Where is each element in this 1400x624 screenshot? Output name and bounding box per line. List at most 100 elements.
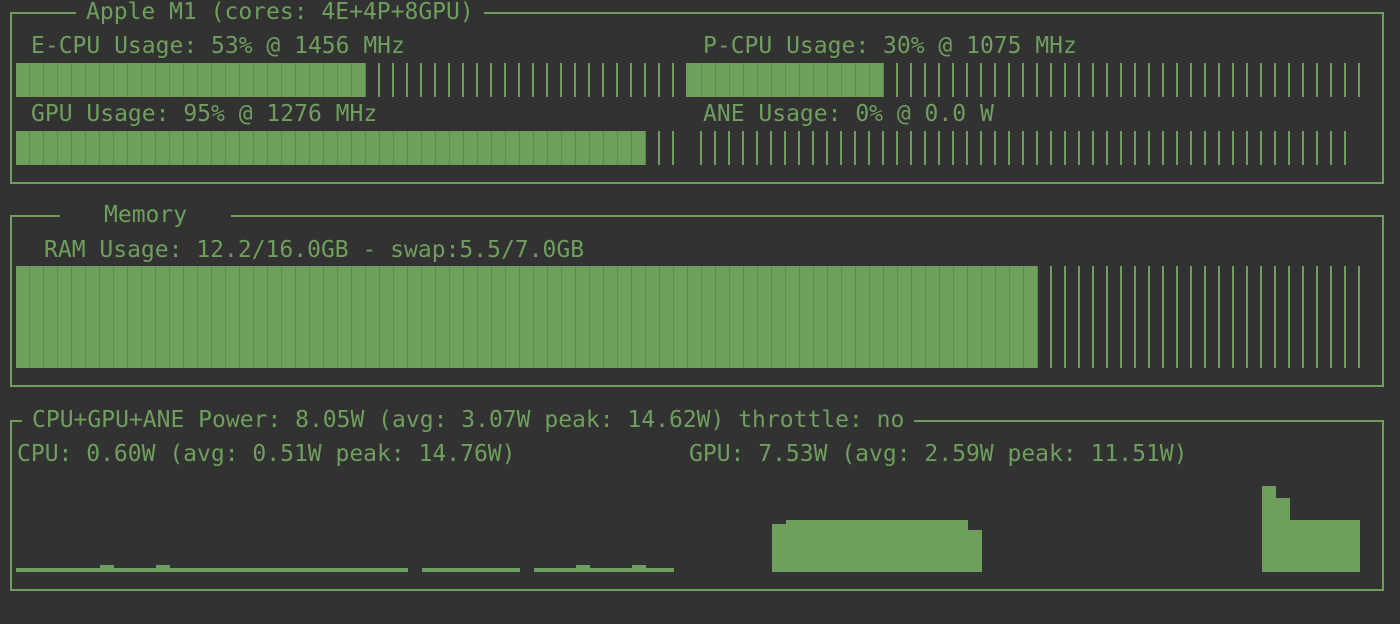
gauge-segment-empty bbox=[954, 131, 968, 165]
gauge-segment-filled bbox=[786, 63, 800, 97]
gauge-segment-filled bbox=[226, 266, 240, 368]
gauge-segment-filled bbox=[324, 131, 338, 165]
gauge-segment-filled bbox=[58, 131, 72, 165]
gauge-segment-empty bbox=[1066, 266, 1080, 368]
gauge-segment-empty bbox=[1164, 131, 1178, 165]
gauge-segment-filled bbox=[226, 131, 240, 165]
gauge-segment-filled bbox=[604, 266, 618, 368]
power-panel-title: CPU+GPU+ANE Power: 8.05W (avg: 3.07W pea… bbox=[22, 406, 915, 434]
gauge-segment-empty bbox=[996, 63, 1010, 97]
power-history-bar bbox=[1332, 520, 1346, 572]
gauge-segment-empty bbox=[1346, 63, 1360, 97]
gauge-segment-empty bbox=[786, 131, 800, 165]
power-history-bar bbox=[212, 568, 226, 572]
ecpu-usage-label: E-CPU Usage: 53% @ 1456 MHz bbox=[31, 33, 405, 59]
gauge-segment-empty bbox=[1332, 131, 1346, 165]
gauge-segment-filled bbox=[30, 63, 44, 97]
gauge-segment-filled bbox=[142, 63, 156, 97]
gauge-segment-empty bbox=[674, 63, 688, 97]
gauge-segment-filled bbox=[184, 63, 198, 97]
gauge-segment-filled bbox=[618, 131, 632, 165]
gauge-segment-empty bbox=[1220, 266, 1234, 368]
gauge-segment-empty bbox=[968, 63, 982, 97]
gauge-segment-filled bbox=[352, 131, 366, 165]
gauge-segment-filled bbox=[618, 266, 632, 368]
gauge-segment-empty bbox=[450, 63, 464, 97]
gauge-segment-filled bbox=[128, 131, 142, 165]
power-history-bar bbox=[184, 568, 198, 572]
gauge-segment-filled bbox=[310, 63, 324, 97]
power-history-bar bbox=[450, 568, 464, 572]
gauge-segment-filled bbox=[814, 63, 828, 97]
gauge-segment-empty bbox=[982, 131, 996, 165]
power-history-bar bbox=[898, 520, 912, 572]
gauge-segment-filled bbox=[352, 266, 366, 368]
gauge-segment-filled bbox=[968, 266, 982, 368]
gauge-segment-empty bbox=[1206, 63, 1220, 97]
gauge-segment-filled bbox=[758, 266, 772, 368]
power-history-bar bbox=[618, 568, 632, 572]
gauge-segment-filled bbox=[44, 131, 58, 165]
gauge-segment-filled bbox=[282, 131, 296, 165]
gauge-segment-empty bbox=[1318, 63, 1332, 97]
gauge-segment-filled bbox=[520, 131, 534, 165]
power-history-bar bbox=[128, 568, 142, 572]
gauge-segment-empty bbox=[380, 63, 394, 97]
gauge-segment-empty bbox=[1038, 131, 1052, 165]
gauge-segment-filled bbox=[478, 266, 492, 368]
gauge-segment-filled bbox=[366, 266, 380, 368]
gauge-segment-empty bbox=[1038, 266, 1052, 368]
power-history-bar bbox=[1262, 486, 1276, 572]
gauge-segment-empty bbox=[842, 131, 856, 165]
gauge-segment-filled bbox=[16, 63, 30, 97]
gauge-segment-empty bbox=[660, 63, 674, 97]
gauge-segment-filled bbox=[310, 266, 324, 368]
gauge-segment-empty bbox=[1234, 131, 1248, 165]
power-history-bar bbox=[366, 568, 380, 572]
gauge-segment-empty bbox=[1136, 131, 1150, 165]
power-history-bar bbox=[394, 568, 408, 572]
gauge-segment-empty bbox=[968, 131, 982, 165]
gauge-segment-filled bbox=[352, 63, 366, 97]
gauge-segment-filled bbox=[226, 63, 240, 97]
gauge-segment-filled bbox=[72, 63, 86, 97]
gauge-segment-filled bbox=[86, 266, 100, 368]
cpu-power-label: CPU: 0.60W (avg: 0.51W peak: 14.76W) bbox=[17, 441, 516, 467]
gauge-segment-empty bbox=[828, 131, 842, 165]
power-history-bar bbox=[1304, 520, 1318, 572]
power-history-bar bbox=[324, 568, 338, 572]
power-history-bar bbox=[156, 565, 170, 572]
gauge-segment-filled bbox=[114, 131, 128, 165]
gauge-segment-filled bbox=[702, 63, 716, 97]
gauge-segment-empty bbox=[1206, 266, 1220, 368]
power-history-bar bbox=[660, 568, 674, 572]
gauge-segment-filled bbox=[114, 266, 128, 368]
gauge-segment-filled bbox=[184, 131, 198, 165]
power-history-bar bbox=[310, 568, 324, 572]
memory-panel-title: Memory bbox=[60, 201, 232, 229]
gauge-segment-filled bbox=[58, 63, 72, 97]
gauge-segment-filled bbox=[408, 131, 422, 165]
gauge-segment-empty bbox=[436, 63, 450, 97]
power-history-bar bbox=[464, 568, 478, 572]
gauge-segment-empty bbox=[548, 63, 562, 97]
gauge-segment-empty bbox=[576, 63, 590, 97]
gauge-segment-filled bbox=[520, 266, 534, 368]
gauge-segment-filled bbox=[464, 266, 478, 368]
cpu-power-sparkline bbox=[16, 472, 674, 572]
gauge-segment-empty bbox=[1052, 266, 1066, 368]
power-history-bar bbox=[1346, 520, 1360, 572]
gauge-segment-empty bbox=[366, 63, 380, 97]
power-history-bar bbox=[562, 568, 576, 572]
gauge-segment-filled bbox=[338, 266, 352, 368]
gauge-segment-filled bbox=[870, 266, 884, 368]
gauge-segment-filled bbox=[422, 131, 436, 165]
gauge-segment-empty bbox=[562, 63, 576, 97]
gauge-segment-filled bbox=[660, 266, 674, 368]
gauge-segment-filled bbox=[44, 266, 58, 368]
gauge-segment-filled bbox=[170, 266, 184, 368]
gauge-segment-filled bbox=[436, 266, 450, 368]
gauge-segment-filled bbox=[338, 63, 352, 97]
gauge-segment-filled bbox=[702, 266, 716, 368]
gauge-segment-filled bbox=[744, 266, 758, 368]
